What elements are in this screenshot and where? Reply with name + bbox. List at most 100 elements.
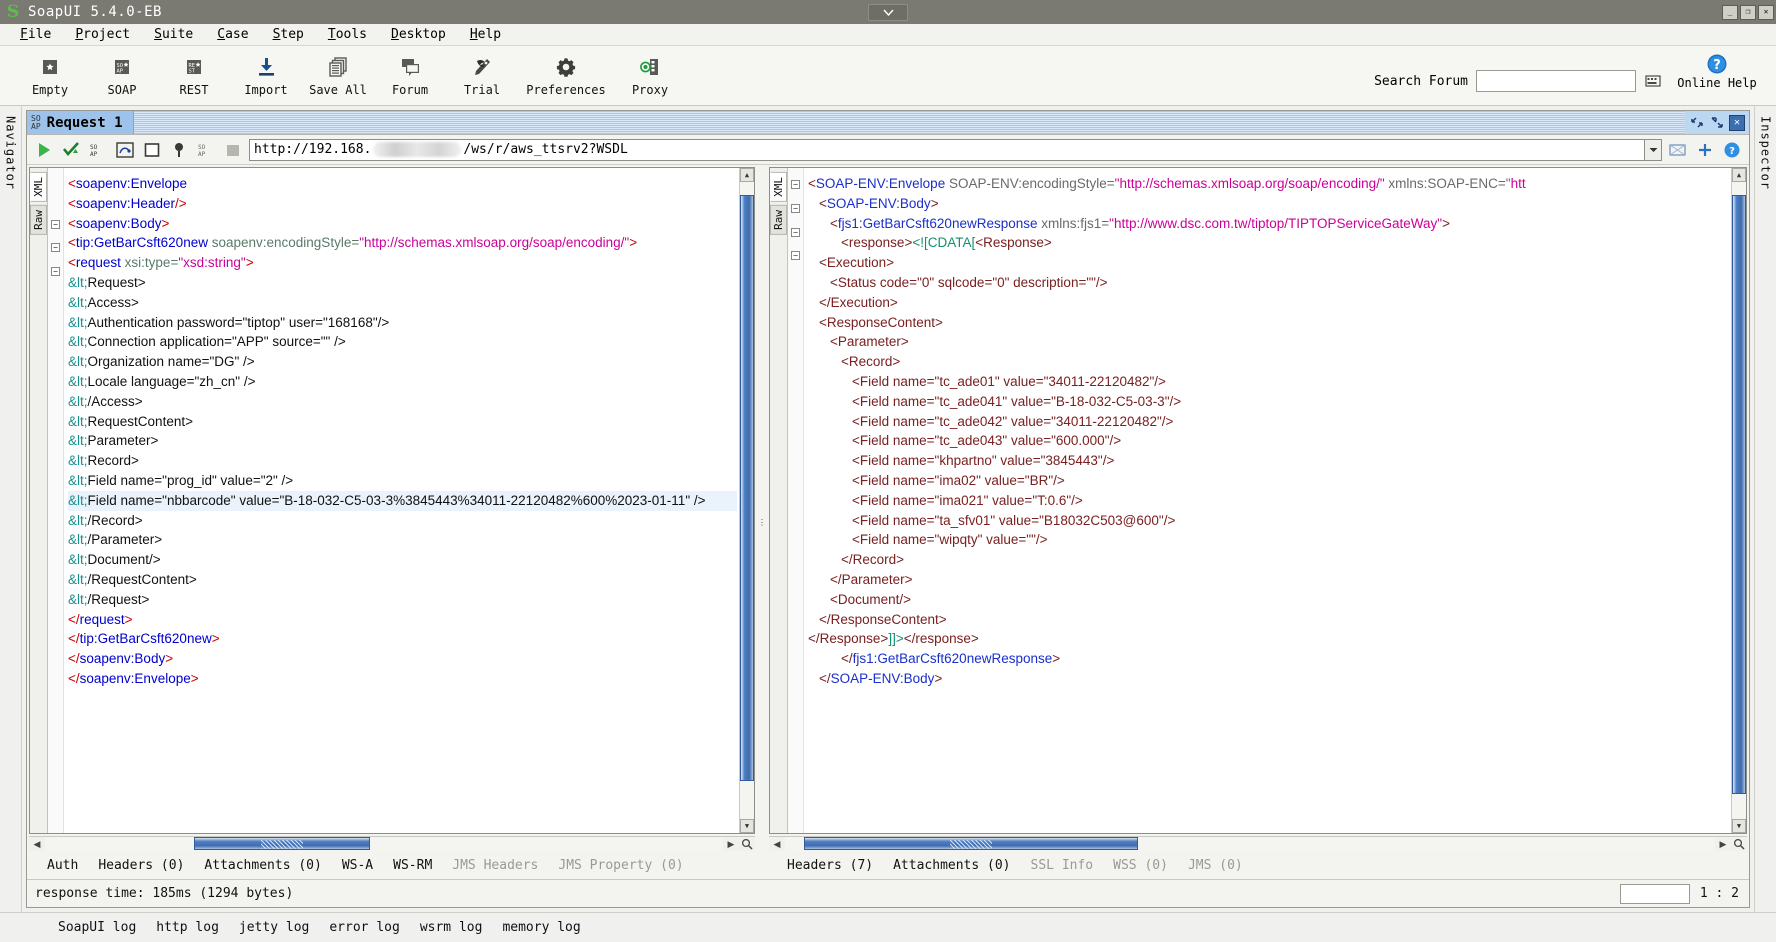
- response-xml-content[interactable]: <SOAP-ENV:Envelope SOAP-ENV:encodingStyl…: [804, 168, 1731, 833]
- request-tab-ws-rm[interactable]: WS-RM: [383, 856, 442, 875]
- response-hscroll-thumb[interactable]: [803, 837, 1139, 850]
- response-fold-gutter[interactable]: − − − −: [788, 168, 804, 833]
- collapse-icon[interactable]: −: [791, 227, 800, 237]
- request-vscroll-track[interactable]: [740, 182, 754, 819]
- collapse-icon[interactable]: −: [51, 219, 60, 229]
- pager-input[interactable]: [1619, 883, 1690, 904]
- response-tab-ssl-info[interactable]: SSL Info: [1021, 856, 1104, 875]
- toolbar-button-forum[interactable]: Forum: [374, 50, 446, 97]
- collapse-icon[interactable]: −: [51, 267, 60, 277]
- response-tab-attachments[interactable]: Attachments (0): [883, 856, 1020, 875]
- toolbar-button-empty[interactable]: Empty: [14, 50, 86, 97]
- menu-suite[interactable]: Suite: [142, 26, 205, 43]
- log-tab-http-log[interactable]: http log: [146, 916, 229, 939]
- endpoint-config-button[interactable]: [1667, 139, 1689, 161]
- response-vscroll-thumb[interactable]: [1732, 194, 1746, 794]
- scroll-up-icon[interactable]: ▲: [1732, 168, 1746, 182]
- window-maximize-button[interactable]: ❐: [1740, 4, 1756, 20]
- fold-toggle[interactable]: −: [788, 251, 803, 271]
- request-hscroll-track[interactable]: [45, 837, 723, 851]
- menu-desktop[interactable]: Desktop: [379, 26, 458, 43]
- response-tab-jms[interactable]: JMS (0): [1178, 856, 1253, 875]
- navigator-rail[interactable]: Navigator: [0, 106, 22, 912]
- submit-request-button[interactable]: [33, 139, 55, 161]
- response-tab-headers[interactable]: Headers (7): [777, 856, 883, 875]
- scroll-up-icon[interactable]: ▲: [740, 168, 754, 182]
- toolbar-button-save-all[interactable]: Save All: [302, 50, 374, 97]
- collapse-icon[interactable]: −: [791, 251, 800, 261]
- request-hscroll-thumb[interactable]: [194, 837, 371, 850]
- log-tab-wsrm-log[interactable]: wsrm log: [410, 916, 493, 939]
- menu-step[interactable]: Step: [261, 26, 316, 43]
- soap-small-alt-icon[interactable]: SO AP: [195, 139, 217, 161]
- request-tab-attachments[interactable]: Attachments (0): [194, 856, 331, 875]
- scroll-left-icon[interactable]: ◀: [769, 837, 785, 851]
- request-xml-content[interactable]: <soapenv:Envelope <soapenv:Header/> <soape…: [64, 168, 739, 833]
- collapse-icon[interactable]: −: [51, 243, 60, 253]
- endpoint-dropdown-button[interactable]: [1645, 138, 1662, 161]
- request-fold-gutter[interactable]: − − −: [48, 168, 64, 833]
- log-tab-soapui-log[interactable]: SoapUI log: [48, 916, 146, 939]
- collapse-icon[interactable]: −: [791, 203, 800, 213]
- window-minimize-button[interactable]: _: [1722, 4, 1738, 20]
- log-tab-memory-log[interactable]: memory log: [492, 916, 590, 939]
- collapse-icon[interactable]: −: [791, 180, 800, 189]
- menu-tools[interactable]: Tools: [316, 26, 379, 43]
- toolbar-button-rest[interactable]: RE ST REST: [158, 50, 230, 97]
- scroll-right-icon[interactable]: ▶: [1715, 837, 1731, 851]
- restore-window-icon[interactable]: [1689, 115, 1705, 131]
- online-help-button[interactable]: ? Online Help: [1672, 52, 1762, 90]
- window-close-button[interactable]: ✕: [1758, 4, 1774, 20]
- endpoint-url-field[interactable]: http://192.168. /ws/r/aws_ttsrv2?WSDL: [249, 138, 1645, 161]
- toolbar-button-soap[interactable]: SO AP SOAP: [86, 50, 158, 97]
- request-help-button[interactable]: ?: [1721, 139, 1743, 161]
- toolbar-button-preferences[interactable]: Preferences: [518, 50, 614, 97]
- request-vscroll-thumb[interactable]: [740, 194, 754, 781]
- search-forum-input[interactable]: [1476, 70, 1636, 92]
- close-window-icon[interactable]: ✕: [1729, 114, 1745, 131]
- request-vertical-scrollbar[interactable]: ▲ ▼: [739, 168, 754, 833]
- stop-grey-icon[interactable]: [222, 139, 244, 161]
- menu-case[interactable]: Case: [205, 26, 260, 43]
- response-tab-raw[interactable]: Raw: [770, 204, 787, 235]
- toolbar-button-proxy[interactable]: Proxy: [614, 50, 686, 97]
- pin-icon[interactable]: [168, 139, 190, 161]
- request-tab-auth[interactable]: Auth: [37, 856, 88, 875]
- log-tab-error-log[interactable]: error log: [319, 916, 409, 939]
- scroll-right-icon[interactable]: ▶: [723, 837, 739, 851]
- tab-request-1[interactable]: SO AP Request 1: [27, 111, 134, 134]
- assertion-icon[interactable]: [114, 139, 136, 161]
- request-tab-xml[interactable]: XML: [30, 172, 47, 202]
- fold-toggle[interactable]: −: [788, 227, 803, 248]
- menu-project[interactable]: Project: [63, 26, 142, 43]
- inspector-rail[interactable]: Inspector: [1754, 106, 1776, 912]
- request-tab-jms-headers[interactable]: JMS Headers: [442, 856, 548, 875]
- validate-button[interactable]: [60, 139, 82, 161]
- request-tab-raw[interactable]: Raw: [30, 204, 47, 235]
- scroll-down-icon[interactable]: ▼: [740, 819, 754, 833]
- response-vertical-scrollbar[interactable]: ▲ ▼: [1731, 168, 1746, 833]
- fold-toggle[interactable]: −: [788, 203, 803, 224]
- response-horizontal-scrollbar[interactable]: ◀ ▶: [769, 836, 1747, 851]
- fold-toggle[interactable]: −: [48, 267, 63, 287]
- request-horizontal-scrollbar[interactable]: ◀ ▶: [29, 836, 755, 851]
- scroll-left-icon[interactable]: ◀: [29, 837, 45, 851]
- toolbar-button-trial[interactable]: Trial: [446, 50, 518, 97]
- scroll-down-icon[interactable]: ▼: [1732, 819, 1746, 833]
- request-tab-jms-property[interactable]: JMS Property (0): [548, 856, 693, 875]
- response-tab-wss[interactable]: WSS (0): [1103, 856, 1178, 875]
- response-hscroll-track[interactable]: [785, 837, 1715, 851]
- fold-toggle[interactable]: −: [48, 219, 63, 240]
- titlebar-center-dropdown-button[interactable]: [868, 3, 908, 21]
- request-tab-ws-a[interactable]: WS-A: [332, 856, 383, 875]
- add-endpoint-button[interactable]: [1694, 139, 1716, 161]
- response-tab-xml[interactable]: XML: [770, 172, 787, 202]
- square-outline-icon[interactable]: [141, 139, 163, 161]
- search-submit-icon[interactable]: [1644, 71, 1664, 91]
- pane-splitter[interactable]: ⋮: [757, 165, 767, 879]
- fold-toggle[interactable]: −: [48, 243, 63, 263]
- toolbar-button-import[interactable]: Import: [230, 50, 302, 97]
- request-zoom-icon[interactable]: [739, 837, 755, 851]
- response-vscroll-track[interactable]: [1732, 182, 1746, 819]
- menu-file[interactable]: File: [8, 26, 63, 43]
